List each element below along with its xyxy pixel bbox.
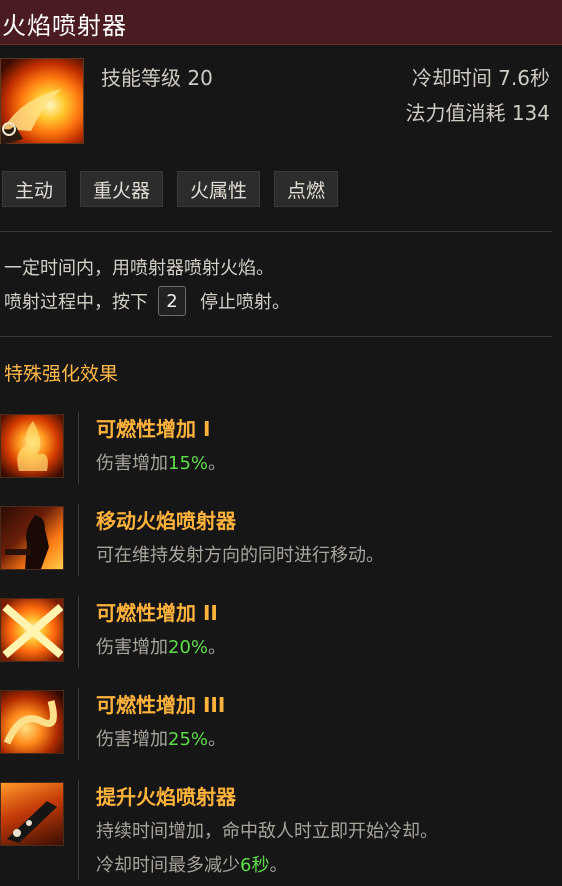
mana-cost: 法力值消耗 134: [405, 101, 550, 125]
effect-description: 伤害增加15%。: [96, 449, 226, 475]
tag-active: 主动: [2, 171, 67, 207]
effect-desc-prefix: 伤害增加: [96, 729, 168, 750]
effect-desc-prefix: 伤害增加: [96, 637, 168, 658]
effect-description: 持续时间增加，命中敌人时立即开始冷却。: [96, 821, 438, 842]
effect-desc-value: 20%: [168, 637, 209, 658]
separator: [78, 596, 79, 668]
separator: [78, 504, 79, 576]
cooldown-time: 冷却时间 7.6秒: [411, 66, 550, 90]
special-effect-item: 可燃性增加 III 伤害增加25%。: [0, 684, 562, 764]
effect-desc-value: 25%: [168, 729, 209, 750]
description-line-2: 喷射过程中，按下 2 停止喷射。: [4, 286, 290, 316]
moving-gunner-icon: [0, 506, 64, 570]
effect-name: 移动火焰喷射器: [96, 509, 236, 533]
tag-fire-element: 火属性: [177, 171, 261, 207]
special-effect-item: 提升火焰喷射器 持续时间增加，命中敌人时立即开始冷却。 冷却时间最多减少6秒。: [0, 776, 562, 886]
effect-desc-prefix: 冷却时间最多减少: [96, 855, 240, 876]
effect-name: 可燃性增加 I: [96, 417, 211, 441]
effect-desc-suffix: 。: [208, 637, 227, 658]
effect-desc-suffix: 。: [208, 729, 227, 750]
separator: [78, 412, 79, 484]
skill-level: 技能等级 20: [101, 66, 213, 90]
cross-flame-icon: [0, 598, 64, 662]
divider: [0, 336, 552, 337]
effect-description: 伤害增加20%。: [96, 633, 226, 659]
tag-heavy-weapon: 重火器: [80, 171, 164, 207]
fire-burst-icon: [0, 414, 64, 478]
description-line-2-after: 停止喷射。: [200, 292, 290, 313]
separator: [78, 688, 79, 760]
effect-description-2: 冷却时间最多减少6秒。: [96, 851, 287, 877]
description-line-2-before: 喷射过程中，按下: [4, 292, 148, 313]
special-effect-item: 移动火焰喷射器 可在维持发射方向的同时进行移动。: [0, 500, 562, 580]
effect-desc-suffix: 。: [208, 453, 227, 474]
special-effect-item: 可燃性增加 II 伤害增加20%。: [0, 592, 562, 672]
effect-desc-suffix: 。: [269, 855, 288, 876]
description-line-1: 一定时间内，用喷射器喷射火焰。: [4, 258, 274, 279]
effect-name: 可燃性增加 III: [96, 693, 226, 717]
effect-desc-value: 15%: [168, 453, 209, 474]
effect-name: 可燃性增加 II: [96, 601, 218, 625]
title-bar: 火焰喷射器: [0, 0, 562, 45]
flamethrower-weapon-icon: [0, 782, 64, 846]
special-effect-item: 可燃性增加 I 伤害增加15%。: [0, 408, 562, 488]
effect-desc-value: 6秒: [240, 855, 270, 876]
skill-tags: 主动 重火器 火属性 点燃: [2, 171, 339, 207]
divider: [0, 231, 552, 232]
separator: [78, 780, 79, 880]
effect-description: 可在维持发射方向的同时进行移动。: [96, 545, 384, 566]
effect-name: 提升火焰喷射器: [96, 785, 236, 809]
effect-desc-prefix: 伤害增加: [96, 453, 168, 474]
flamethrower-skill-icon: [0, 58, 84, 145]
key-hint: 2: [158, 286, 186, 316]
effect-description: 伤害增加25%。: [96, 725, 226, 751]
special-effects-title: 特殊强化效果: [4, 363, 119, 385]
flame-swirl-icon: [0, 690, 64, 754]
skill-title: 火焰喷射器: [2, 12, 127, 40]
tag-ignite: 点燃: [274, 171, 339, 207]
